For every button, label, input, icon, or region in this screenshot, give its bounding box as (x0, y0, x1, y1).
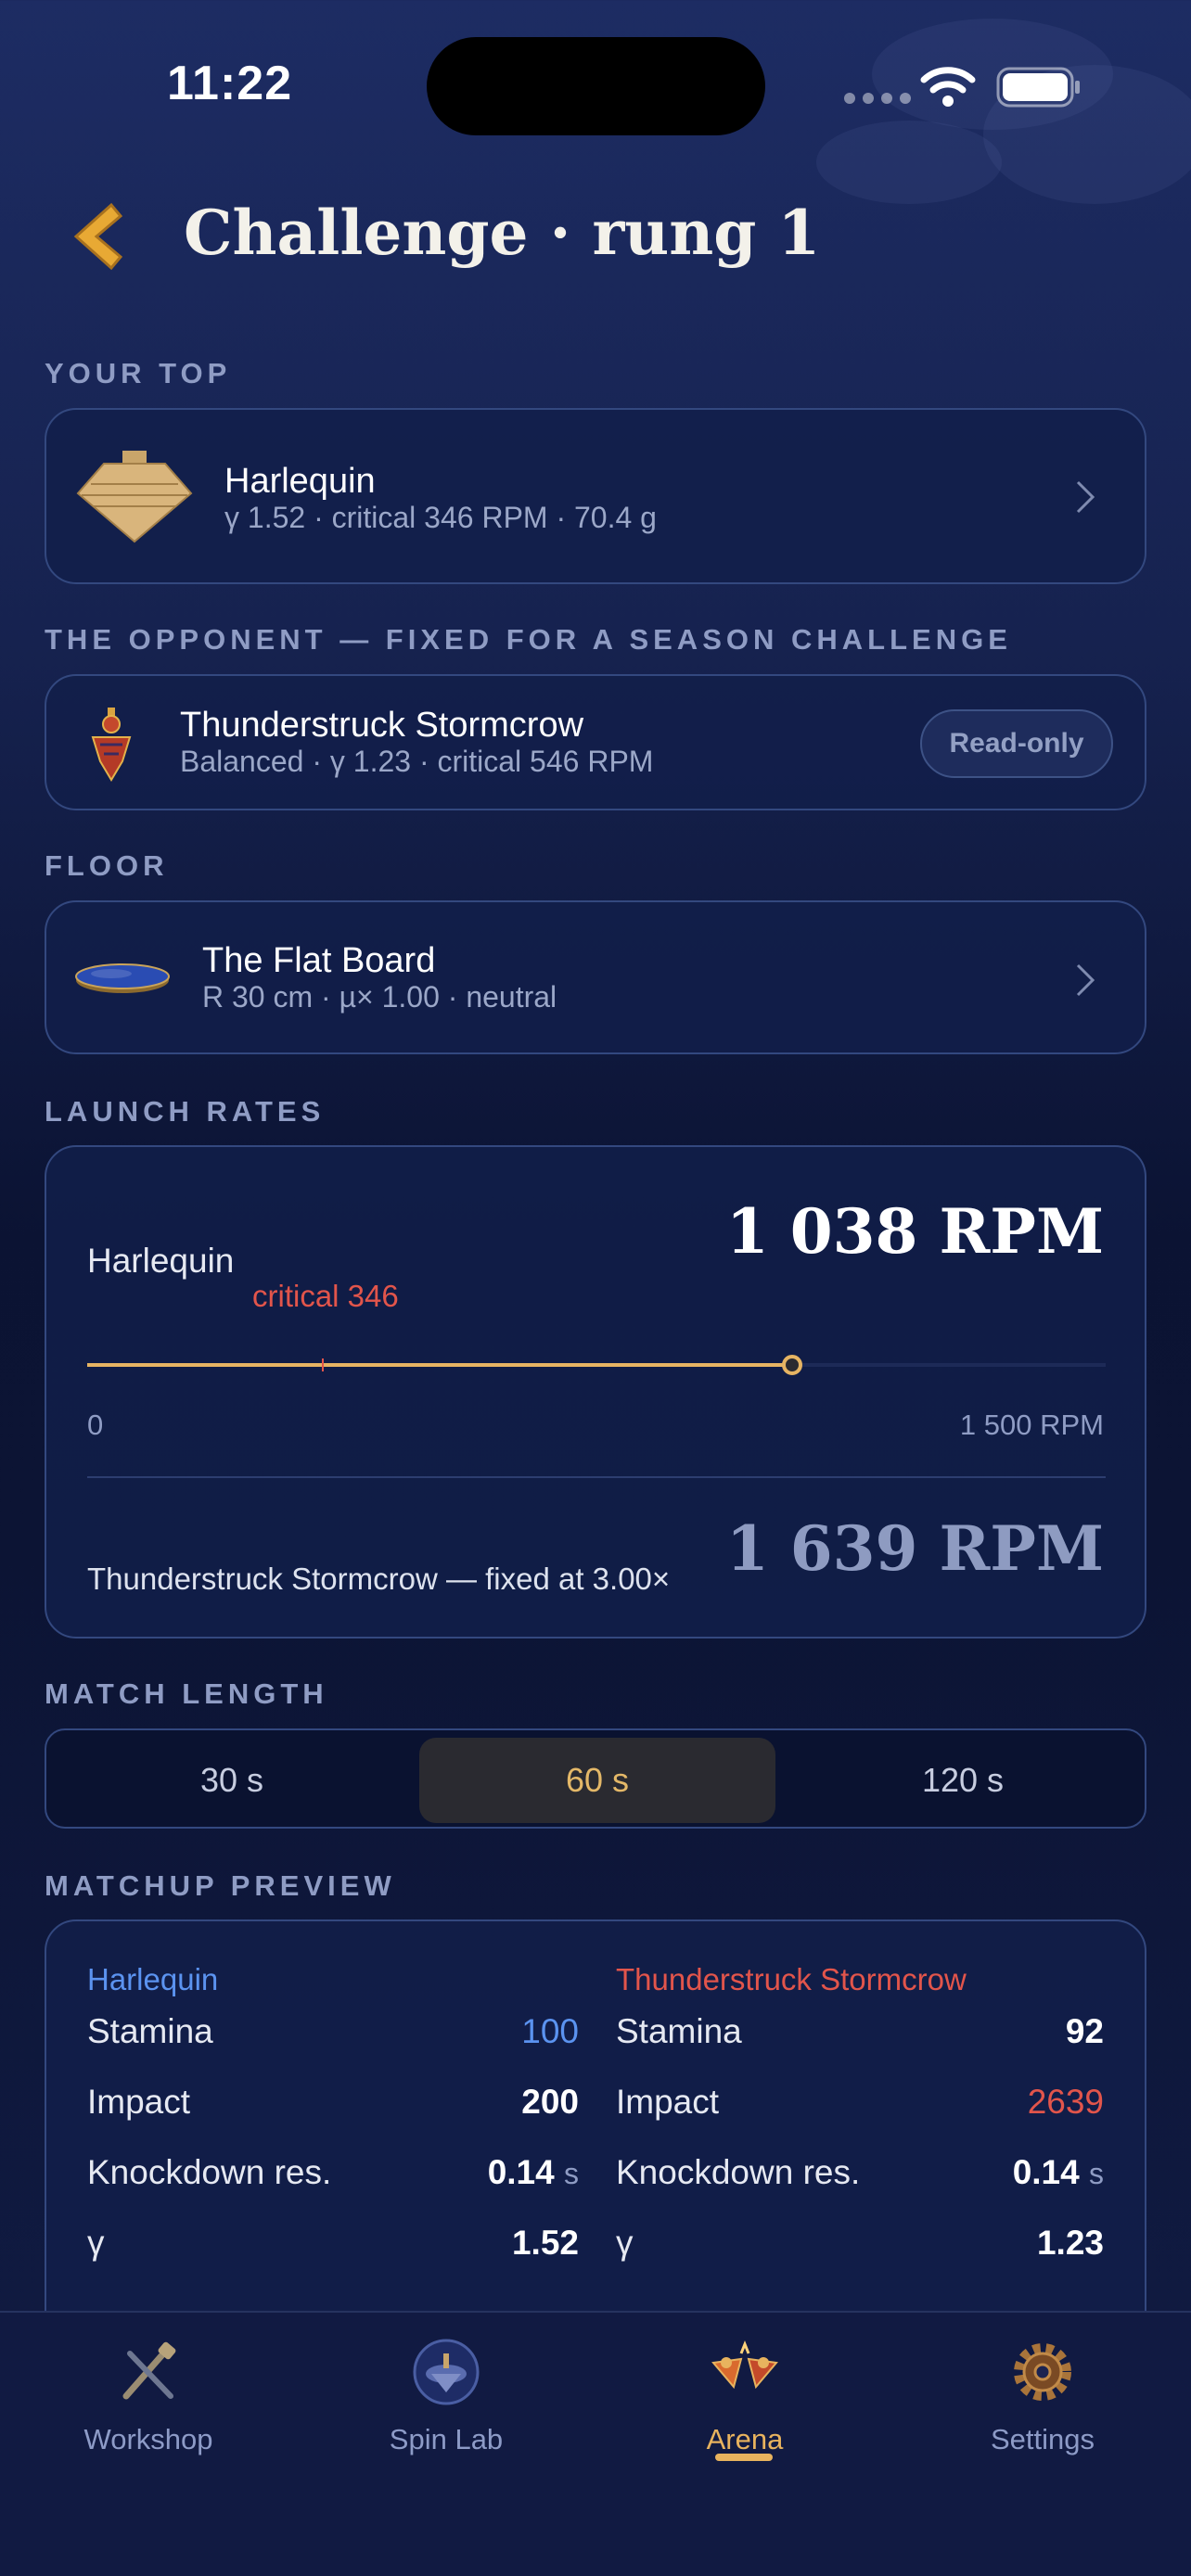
chevron-right-icon (1076, 963, 1095, 997)
section-label-your-top: YOUR TOP (45, 357, 232, 389)
match-length-option-120s[interactable]: 120 s (785, 1738, 1141, 1823)
status-time: 11:22 (167, 57, 293, 110)
critical-label: critical 346 (252, 1279, 399, 1313)
cellular-signal-icon (844, 93, 911, 104)
stormcrow-top-icon (91, 708, 132, 782)
active-tab-indicator (715, 2454, 773, 2461)
preview-opponent-knockdown-unit: s (1089, 2157, 1104, 2190)
harlequin-top-icon (76, 451, 193, 543)
battery-icon (996, 67, 1080, 108)
preview-player-gamma: 1.52 (511, 2224, 579, 2262)
slider-fill (87, 1363, 792, 1367)
launch-rates-card: Harlequin 1 038 RPM critical 346 0 1 500… (45, 1145, 1146, 1639)
preview-player-knockdown-unit: s (564, 2157, 579, 2190)
section-label-match-length: MATCH LENGTH (45, 1677, 328, 1710)
preview-stamina-label: Stamina (616, 2012, 742, 2050)
tab-arena[interactable]: Arena (634, 2335, 856, 2456)
slider-thumb[interactable] (781, 1355, 802, 1375)
preview-player-impact: 200 (521, 2083, 579, 2121)
preview-opponent-impact: 2639 (1027, 2083, 1104, 2121)
page-title: Challenge · rung 1 (184, 197, 821, 269)
tab-workshop[interactable]: Workshop (37, 2335, 260, 2456)
your-top-card[interactable]: Harlequin γ 1.52 · critical 346 RPM · 70… (45, 408, 1146, 584)
your-top-name: Harlequin (224, 462, 376, 501)
tools-icon (122, 2341, 176, 2400)
match-length-segmented-control[interactable]: 30 s 60 s 120 s (45, 1728, 1146, 1829)
wifi-icon (920, 67, 976, 107)
tab-arena-label: Arena (706, 2423, 784, 2455)
tab-workshop-label: Workshop (83, 2423, 213, 2455)
preview-opponent-knockdown-value: 0.14 (1012, 2153, 1080, 2191)
match-length-option-60s[interactable]: 60 s (419, 1738, 775, 1823)
launch-player-rpm: 1 038 RPM (725, 1195, 1104, 1268)
opponent-launch-rpm: 1 639 RPM (725, 1512, 1104, 1585)
read-only-badge: Read-only (920, 709, 1113, 778)
tab-settings[interactable]: Settings (931, 2335, 1154, 2456)
opponent-launch-text: Thunderstruck Stormcrow — fixed at 3.00× (87, 1562, 671, 1596)
match-length-option-30s[interactable]: 30 s (54, 1738, 410, 1823)
section-label-launch-rates: LAUNCH RATES (45, 1095, 326, 1128)
preview-player-knockdown: 0.14 s (488, 2153, 579, 2192)
preview-opponent-knockdown: 0.14 s (1013, 2153, 1104, 2192)
preview-opponent-gamma: 1.23 (1036, 2224, 1104, 2262)
preview-knockdown-label: Knockdown res. (616, 2153, 861, 2191)
slider-max-label: 1 500 RPM (959, 1409, 1104, 1441)
gear-icon (1014, 2343, 1071, 2401)
floor-board-icon (75, 963, 170, 993)
clashing-tops-icon (711, 2340, 778, 2390)
preview-opponent-name: Thunderstruck Stormcrow (616, 1962, 967, 1996)
preview-gamma-label: γ (616, 2224, 634, 2262)
preview-stamina-label: Stamina (87, 2012, 213, 2050)
launch-player-name: Harlequin (87, 1242, 235, 1280)
section-label-floor: FLOOR (45, 849, 169, 882)
dynamic-island (427, 37, 765, 135)
your-top-details: γ 1.52 · critical 346 RPM · 70.4 g (224, 501, 657, 534)
launch-rate-slider[interactable] (87, 1351, 1106, 1379)
preview-player-knockdown-value: 0.14 (487, 2153, 555, 2191)
opponent-details: Balanced · γ 1.23 · critical 546 RPM (180, 745, 654, 778)
section-label-matchup-preview: MATCHUP PREVIEW (45, 1869, 396, 1902)
preview-knockdown-label: Knockdown res. (87, 2153, 332, 2191)
preview-gamma-label: γ (87, 2224, 105, 2262)
matchup-preview-card: Harlequin Stamina 100 Impact 200 Knockdo… (45, 1919, 1146, 2365)
preview-player-stamina: 100 (521, 2012, 579, 2050)
spinning-top-icon (413, 2339, 480, 2405)
chevron-right-icon (1076, 480, 1095, 514)
critical-marker (322, 1358, 325, 1371)
cloud-decoration (816, 121, 1002, 204)
preview-opponent-stamina: 92 (1065, 2012, 1104, 2050)
opponent-card: Thunderstruck Stormcrow Balanced · γ 1.2… (45, 674, 1146, 810)
preview-impact-label: Impact (616, 2083, 720, 2121)
opponent-name: Thunderstruck Stormcrow (180, 706, 584, 745)
floor-card[interactable]: The Flat Board R 30 cm · µ× 1.00 · neutr… (45, 900, 1146, 1054)
back-button[interactable] (63, 199, 128, 274)
preview-impact-label: Impact (87, 2083, 191, 2121)
tab-spin-lab[interactable]: Spin Lab (335, 2335, 557, 2456)
section-label-opponent: THE OPPONENT — FIXED FOR A SEASON CHALLE… (45, 623, 1012, 656)
tab-settings-label: Settings (990, 2423, 1095, 2455)
floor-details: R 30 cm · µ× 1.00 · neutral (202, 980, 557, 1014)
slider-min-label: 0 (87, 1409, 104, 1441)
tab-spin-lab-label: Spin Lab (389, 2423, 504, 2455)
divider (87, 1476, 1106, 1478)
floor-name: The Flat Board (202, 941, 436, 980)
preview-player-name: Harlequin (87, 1962, 219, 1996)
